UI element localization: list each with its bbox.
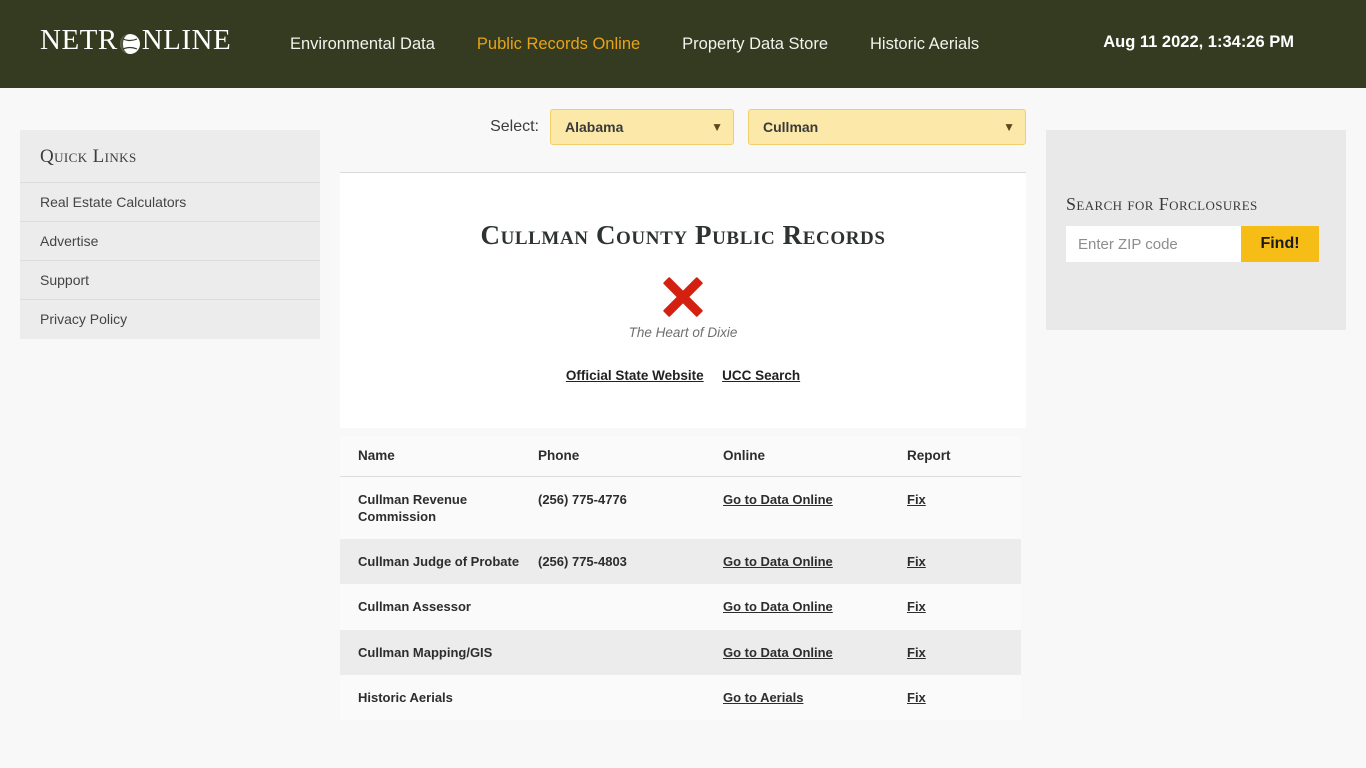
table-row: Cullman Assessor Go to Data Online Fix: [340, 584, 1021, 630]
column-header-name: Name: [340, 436, 520, 477]
select-label: Select:: [490, 118, 539, 135]
fix-link[interactable]: Fix: [907, 599, 926, 614]
state-select[interactable]: Alabama ▼: [550, 109, 734, 145]
logo-text-suffix: NLINE: [141, 24, 232, 56]
county-records-card: Cullman County Public Records The Heart …: [340, 172, 1026, 428]
state-select-value: Alabama: [565, 119, 624, 135]
go-to-data-online-link[interactable]: Go to Data Online: [723, 645, 833, 660]
table-header-row: Name Phone Online Report: [340, 436, 1021, 477]
sidebar-item-real-estate-calculators[interactable]: Real Estate Calculators: [20, 182, 320, 221]
go-to-data-online-link[interactable]: Go to Data Online: [723, 599, 833, 614]
cell-report: Fix: [889, 584, 1021, 629]
header-datetime: Aug 11 2022, 1:34:26 PM: [1103, 33, 1294, 51]
cell-phone: [520, 630, 705, 675]
cell-phone: (256) 775-4803: [538, 554, 627, 570]
records-table-body: Cullman Revenue Commission (256) 775-477…: [340, 476, 1021, 720]
seal-alt-text: The Heart of Dixie: [628, 325, 738, 341]
location-selector-bar: Select: Alabama ▼ Cullman ▼: [340, 109, 1026, 145]
fix-link[interactable]: Fix: [907, 645, 926, 660]
cell-online: Go to Aerials: [705, 675, 889, 720]
cell-phone: [520, 584, 705, 629]
sidebar-item-privacy-policy[interactable]: Privacy Policy: [20, 299, 320, 338]
nav-item-historic-aerials[interactable]: Historic Aerials: [870, 35, 979, 54]
nav-item-property-data-store[interactable]: Property Data Store: [682, 35, 828, 54]
records-table-head: Name Phone Online Report: [340, 436, 1021, 477]
find-button[interactable]: Find!: [1241, 226, 1319, 262]
nav-item-public-records-online[interactable]: Public Records Online: [477, 35, 640, 54]
foreclosure-search-title: Search for Forclosures: [1066, 194, 1258, 214]
quick-links-title: Quick Links: [40, 146, 137, 167]
cell-online: Go to Data Online: [705, 584, 889, 629]
cell-report: Fix: [889, 477, 1021, 540]
sidebar-item-support[interactable]: Support: [20, 260, 320, 299]
main-nav: Environmental Data Public Records Online…: [290, 0, 979, 88]
cell-phone: [520, 675, 705, 720]
fix-link[interactable]: Fix: [907, 492, 926, 507]
cell-name: Cullman Mapping/GIS: [358, 644, 493, 660]
globe-icon: [119, 32, 141, 54]
cell-online: Go to Data Online: [705, 477, 889, 540]
county-select[interactable]: Cullman ▼: [748, 109, 1026, 145]
table-row: Cullman Judge of Probate (256) 775-4803 …: [340, 539, 1021, 585]
official-state-website-link[interactable]: Official State Website: [566, 368, 704, 383]
county-select-value: Cullman: [763, 119, 819, 135]
cell-name: Historic Aerials: [358, 689, 453, 705]
cell-phone: (256) 775-4776: [538, 492, 627, 507]
site-header: NETR NLINE Environmental Data Public Rec…: [0, 0, 1366, 88]
table-row: Historic Aerials Go to Aerials Fix: [340, 674, 1021, 720]
column-header-phone: Phone: [520, 436, 705, 477]
chevron-down-icon: ▼: [1003, 120, 1015, 134]
cell-online: Go to Data Online: [705, 539, 889, 584]
cell-name: Cullman Revenue Commission: [358, 492, 468, 525]
go-to-data-online-link[interactable]: Go to Data Online: [723, 492, 833, 507]
broken-image-icon: [655, 273, 711, 321]
cell-name: Cullman Assessor: [358, 599, 471, 615]
site-logo[interactable]: NETR NLINE: [40, 26, 231, 55]
sidebar-item-advertise[interactable]: Advertise: [20, 221, 320, 260]
cell-report: Fix: [889, 539, 1021, 584]
chevron-down-icon: ▼: [711, 120, 723, 134]
foreclosure-search-form: Find!: [1066, 226, 1346, 262]
column-header-online: Online: [705, 436, 889, 477]
foreclosure-search-panel: Search for Forclosures Find!: [1046, 130, 1346, 330]
fix-link[interactable]: Fix: [907, 554, 926, 569]
cell-name: Cullman Judge of Probate: [358, 554, 520, 570]
records-table-wrapper: Name Phone Online Report Cullman Revenue…: [340, 436, 1021, 720]
card-links: Official State Website UCC Search: [340, 367, 1026, 385]
nav-item-environmental-data[interactable]: Environmental Data: [290, 35, 435, 54]
cell-report: Fix: [889, 675, 1021, 720]
records-table: Name Phone Online Report Cullman Revenue…: [340, 436, 1021, 720]
go-to-data-online-link[interactable]: Go to Data Online: [723, 554, 833, 569]
zip-code-input[interactable]: [1066, 226, 1241, 262]
ucc-search-link[interactable]: UCC Search: [722, 368, 800, 383]
go-to-aerials-link[interactable]: Go to Aerials: [723, 690, 803, 705]
quick-links-panel: Quick Links Real Estate Calculators Adve…: [20, 130, 320, 339]
column-header-report: Report: [889, 436, 1021, 477]
table-row: Cullman Revenue Commission (256) 775-477…: [340, 476, 1021, 540]
fix-link[interactable]: Fix: [907, 690, 926, 705]
page-title: Cullman County Public Records: [480, 220, 886, 251]
table-row: Cullman Mapping/GIS Go to Data Online Fi…: [340, 629, 1021, 675]
cell-report: Fix: [889, 630, 1021, 675]
cell-online: Go to Data Online: [705, 630, 889, 675]
logo-text-prefix: NETR: [40, 24, 118, 56]
